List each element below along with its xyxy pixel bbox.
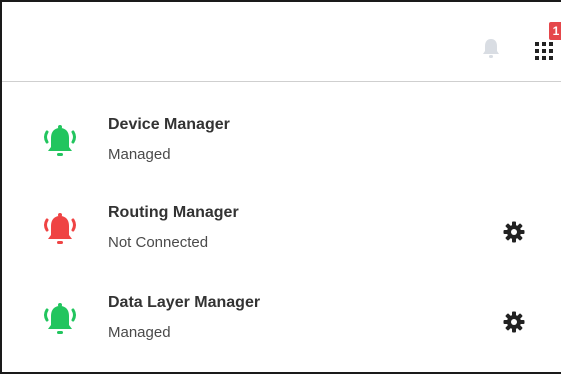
manager-panel: 1 Device Manager Managed Routing Manager… <box>0 0 561 374</box>
notification-count-badge: 1 <box>549 22 561 40</box>
manager-title: Data Layer Manager <box>108 294 261 311</box>
status-bell-icon <box>40 122 80 164</box>
manager-status: Managed <box>108 146 171 163</box>
grid-icon <box>535 42 553 60</box>
manager-title: Routing Manager <box>108 204 239 221</box>
status-bell-icon <box>40 300 80 342</box>
panel-header: 1 <box>2 2 561 82</box>
manager-status: Managed <box>108 324 171 341</box>
manager-row-data-layer[interactable]: Data Layer Manager Managed <box>2 282 561 368</box>
manager-row-routing[interactable]: Routing Manager Not Connected <box>2 192 561 278</box>
notifications-bell-icon[interactable] <box>480 36 502 60</box>
manager-title: Device Manager <box>108 116 230 133</box>
settings-gear-icon[interactable] <box>502 310 526 334</box>
manager-status: Not Connected <box>108 234 209 251</box>
settings-gear-icon[interactable] <box>502 220 526 244</box>
apps-menu-button[interactable]: 1 <box>532 22 561 62</box>
status-bell-icon <box>40 210 80 252</box>
manager-row-device[interactable]: Device Manager Managed <box>2 104 561 190</box>
